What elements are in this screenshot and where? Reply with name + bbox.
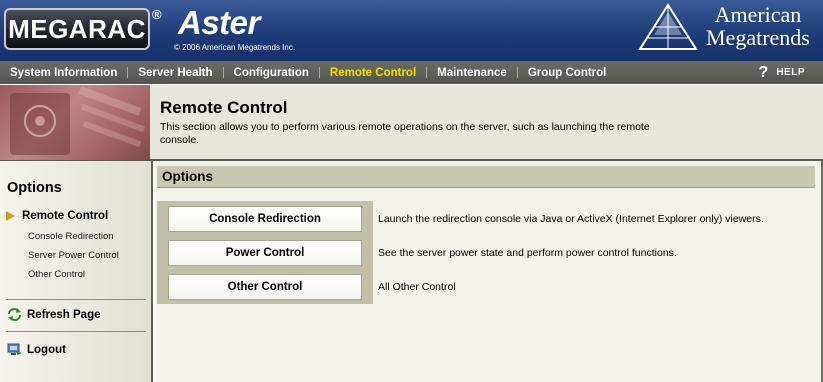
help-icon: ? [758, 63, 769, 81]
sidebar-item-server-power-control[interactable]: Server Power Control [28, 250, 119, 261]
help-button[interactable]: ? HELP [759, 63, 805, 82]
header-bar: MEGARAC ® Aster © 2006 American Megatren… [0, 0, 823, 61]
help-label: HELP [776, 67, 805, 78]
megarac-logo: MEGARAC [4, 8, 150, 50]
nav-remote-control[interactable]: Remote Control [320, 67, 426, 79]
refresh-page-label: Refresh Page [27, 308, 101, 321]
nav-group-control[interactable]: Group Control [518, 67, 617, 79]
options-section-header: Options [157, 166, 815, 188]
page-description: This section allows you to perform vario… [160, 121, 650, 146]
page-title: Remote Control [160, 98, 288, 117]
logout-label: Logout [27, 343, 66, 356]
ami-wordmark: American Megatrends [706, 3, 810, 49]
power-control-description: See the server power state and perform p… [378, 247, 677, 259]
console-redirection-description: Launch the redirection console via Java … [378, 213, 764, 225]
main-content: Options Console Redirection Power Contro… [155, 161, 823, 382]
product-name: Aster [178, 4, 260, 41]
refresh-page-button[interactable]: Refresh Page [7, 308, 101, 321]
nav-server-health[interactable]: Server Health [128, 67, 222, 79]
nav-configuration[interactable]: Configuration [224, 67, 319, 79]
console-redirection-button[interactable]: Console Redirection [168, 206, 362, 232]
ami-pyramid-icon [638, 3, 698, 50]
nav-maintenance[interactable]: Maintenance [427, 67, 517, 79]
sidebar-item-other-control[interactable]: Other Control [28, 269, 85, 280]
hardware-photo-icon [0, 85, 150, 160]
registered-mark: ® [152, 7, 162, 22]
ami-wordmark-line1: American [714, 2, 802, 27]
sidebar-divider [6, 299, 146, 300]
ami-wordmark-line2: Megatrends [706, 25, 810, 50]
logout-icon [7, 343, 22, 355]
power-control-button[interactable]: Power Control [168, 240, 362, 266]
current-arrow-icon [6, 211, 15, 221]
other-control-button[interactable]: Other Control [168, 274, 362, 300]
sidebar: Options Remote Control Console Redirecti… [0, 161, 153, 382]
options-button-panel: Console Redirection Power Control Other … [157, 201, 373, 304]
nav-system-information[interactable]: System Information [0, 67, 127, 79]
sidebar-divider [6, 331, 146, 332]
banner-hardware-image [0, 85, 150, 160]
sidebar-item-remote-control[interactable]: Remote Control [22, 210, 108, 222]
top-nav: System Information Server Health Configu… [0, 61, 823, 84]
page-banner: Remote Control This section allows you t… [0, 84, 823, 161]
refresh-icon [8, 308, 21, 321]
copyright-text: © 2006 American Megatrends Inc. [174, 43, 296, 52]
logout-button[interactable]: Logout [7, 343, 66, 356]
options-section-title: Options [162, 169, 213, 184]
other-control-description: All Other Control [378, 281, 456, 293]
nav-menu: System Information Server Health Configu… [0, 61, 616, 84]
sidebar-title: Options [7, 180, 62, 196]
sidebar-item-console-redirection[interactable]: Console Redirection [28, 231, 114, 242]
